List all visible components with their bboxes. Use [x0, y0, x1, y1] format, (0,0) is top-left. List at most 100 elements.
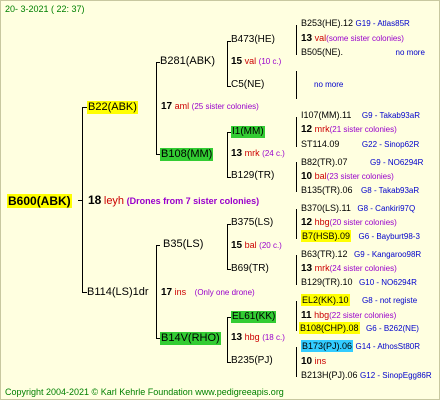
- b14v-drone-info: 13 hbg (18 c.): [231, 333, 285, 343]
- ancestor-name[interactable]: EL2(KK).10: [301, 294, 350, 306]
- drone-code: bal: [314, 171, 327, 181]
- b473-queen[interactable]: B473(HE): [231, 35, 275, 45]
- i1-father: ST114.09 G22 - Sinop62R: [301, 140, 419, 149]
- ancestor-link[interactable]: G19 - Atlas85R: [356, 19, 410, 28]
- b114-num: 17: [161, 287, 173, 298]
- connector-line: [296, 162, 297, 192]
- root-queen[interactable]: B600(ABK): [7, 194, 72, 208]
- b129-mother: B82(TR).07 G9 - NO6294R: [301, 158, 423, 167]
- b114-note: (Only one drone): [194, 288, 255, 297]
- drone-code: hbg: [314, 310, 330, 320]
- b281-drone-info: 15 val (10 c.): [231, 57, 281, 67]
- ancestor-link[interactable]: G8 - Cankiri97Q: [357, 204, 415, 213]
- c5-queen[interactable]: C5(NE): [231, 80, 264, 90]
- drone-num: 12: [301, 217, 313, 228]
- drone-note: (24 sister colonies): [329, 264, 397, 273]
- ancestor-name[interactable]: B370(LS).11: [301, 203, 351, 213]
- date-stamp: 20- 3-2021 ( 22: 37): [5, 4, 85, 14]
- ancestor-link[interactable]: G6 - Bayburt98-3: [359, 232, 420, 241]
- root-note: (Drones from 7 sister colonies): [126, 196, 260, 206]
- el61-drones: 11 hbg(22 sister colonies): [301, 311, 396, 321]
- b35-queen[interactable]: B35(LS): [163, 239, 203, 250]
- b235-queen[interactable]: B235(PJ): [231, 356, 273, 366]
- b281-note: (10 c.): [258, 57, 282, 66]
- ancestor-name[interactable]: B173(PJ).06: [301, 340, 354, 352]
- ancestor-name[interactable]: I107(MM).11: [301, 110, 351, 120]
- site-link[interactable]: www.pedigreeapis.org: [195, 387, 284, 397]
- b22-note: (25 sister colonies): [191, 102, 259, 111]
- b22-queen[interactable]: B22(ABK): [87, 101, 138, 114]
- b14v-queen[interactable]: B14V(RHO): [160, 332, 221, 345]
- b108-num: 13: [231, 148, 243, 159]
- drone-num: 12: [301, 124, 313, 135]
- ancestor-link[interactable]: G22 - Sinop62R: [362, 140, 419, 149]
- ancestor-link[interactable]: G9 - Takab93aR: [362, 111, 420, 120]
- b375-mother: B370(LS).11 G8 - Cankiri97Q: [301, 204, 415, 213]
- connector-line: [156, 245, 157, 339]
- connector-line: [296, 301, 297, 331]
- b473-drones: 13 val(some sister colonies): [301, 34, 404, 44]
- ancestor-name[interactable]: B108(CHP).08: [299, 322, 360, 334]
- b14v-note: (18 c.): [262, 333, 285, 342]
- ancestor-link[interactable]: G9 - NO6294R: [370, 158, 423, 167]
- b375-drones: 12 hbg(20 sister colonies): [301, 218, 397, 228]
- drone-note: (23 sister colonies): [326, 172, 394, 181]
- b375-father: B7(HSB).09 G6 - Bayburt98-3: [301, 230, 420, 242]
- b114-queen[interactable]: B114(LS)1dr: [87, 287, 149, 298]
- ancestor-name[interactable]: B82(TR).07: [301, 157, 348, 167]
- connector-line: [156, 62, 157, 155]
- connector-line: [296, 25, 297, 55]
- drone-num: 13: [301, 263, 313, 274]
- ancestor-name[interactable]: B7(HSB).09: [301, 230, 352, 242]
- drone-code: val: [314, 33, 327, 43]
- b108-code: mrk: [244, 148, 260, 158]
- ancestor-link[interactable]: G8 - not registe: [362, 296, 417, 305]
- b281-queen[interactable]: B281(ABK): [160, 56, 215, 67]
- b129-queen[interactable]: B129(TR): [231, 171, 274, 181]
- b69-queen[interactable]: B69(TR): [231, 264, 269, 274]
- drone-note: (22 sister colonies): [329, 311, 397, 320]
- b35-num: 15: [231, 240, 243, 251]
- ancestor-link[interactable]: G6 - B262(NE): [366, 324, 419, 333]
- ancestor-name[interactable]: B213H(PJ).06: [301, 370, 358, 380]
- connector-line: [296, 209, 297, 239]
- drone-code: ins: [314, 356, 327, 366]
- b69-father: B129(TR).10 G10 - NO6294R: [301, 278, 417, 287]
- connector-line: [227, 132, 228, 178]
- connector-line: [156, 245, 160, 246]
- drone-code: mrk: [314, 263, 330, 273]
- ancestor-name[interactable]: ST114.09: [301, 139, 339, 149]
- b473-father: B505(NE). no more: [301, 48, 425, 57]
- ancestor-link[interactable]: G14 - AthosSt80R: [356, 342, 420, 351]
- ancestor-link[interactable]: G12 - SinopEgg86R: [360, 371, 432, 380]
- b281-code: val: [244, 56, 257, 66]
- drone-num: 10: [301, 356, 313, 367]
- b35-note: (20 c.): [259, 241, 282, 250]
- ancestor-link[interactable]: G9 - Kangaroo98R: [354, 250, 421, 259]
- b108-queen[interactable]: B108(MM): [160, 148, 214, 161]
- ancestor-name[interactable]: B135(TR).06: [301, 185, 353, 195]
- root-code: leyh: [103, 195, 125, 207]
- drone-note: (20 sister colonies): [329, 218, 397, 227]
- b375-queen[interactable]: B375(LS): [231, 218, 273, 228]
- ancestor-name[interactable]: B253(HE).12: [301, 18, 353, 28]
- ancestor-name[interactable]: B129(TR).10: [301, 277, 353, 287]
- b129-drones: 10 bal(23 sister colonies): [301, 172, 394, 182]
- connector-line: [296, 117, 297, 147]
- drone-num: 10: [301, 171, 313, 182]
- b14v-code: hbg: [244, 332, 260, 342]
- root-drone-info: 18 leyh (Drones from 7 sister colonies): [88, 194, 259, 207]
- i1-queen[interactable]: I1(MM): [231, 126, 265, 138]
- el61-queen[interactable]: EL61(KK): [231, 311, 277, 323]
- i1-mother: I107(MM).11 G9 - Takab93aR: [301, 111, 420, 120]
- ancestor-link[interactable]: G10 - NO6294R: [359, 278, 417, 287]
- b114-drone-info: 17 ins (Only one drone): [161, 288, 255, 298]
- b108-drone-info: 13 mrk (24 c.): [231, 149, 285, 159]
- b114-code: ins: [174, 287, 187, 297]
- ancestor-name[interactable]: B505(NE).: [301, 47, 343, 57]
- ancestor-name[interactable]: B63(TR).12: [301, 249, 348, 259]
- b14v-num: 13: [231, 332, 243, 343]
- el61-mother: EL2(KK).10 G8 - not registe: [301, 294, 417, 306]
- root-num: 18: [88, 193, 102, 207]
- ancestor-link[interactable]: G8 - Takab93aR: [361, 186, 419, 195]
